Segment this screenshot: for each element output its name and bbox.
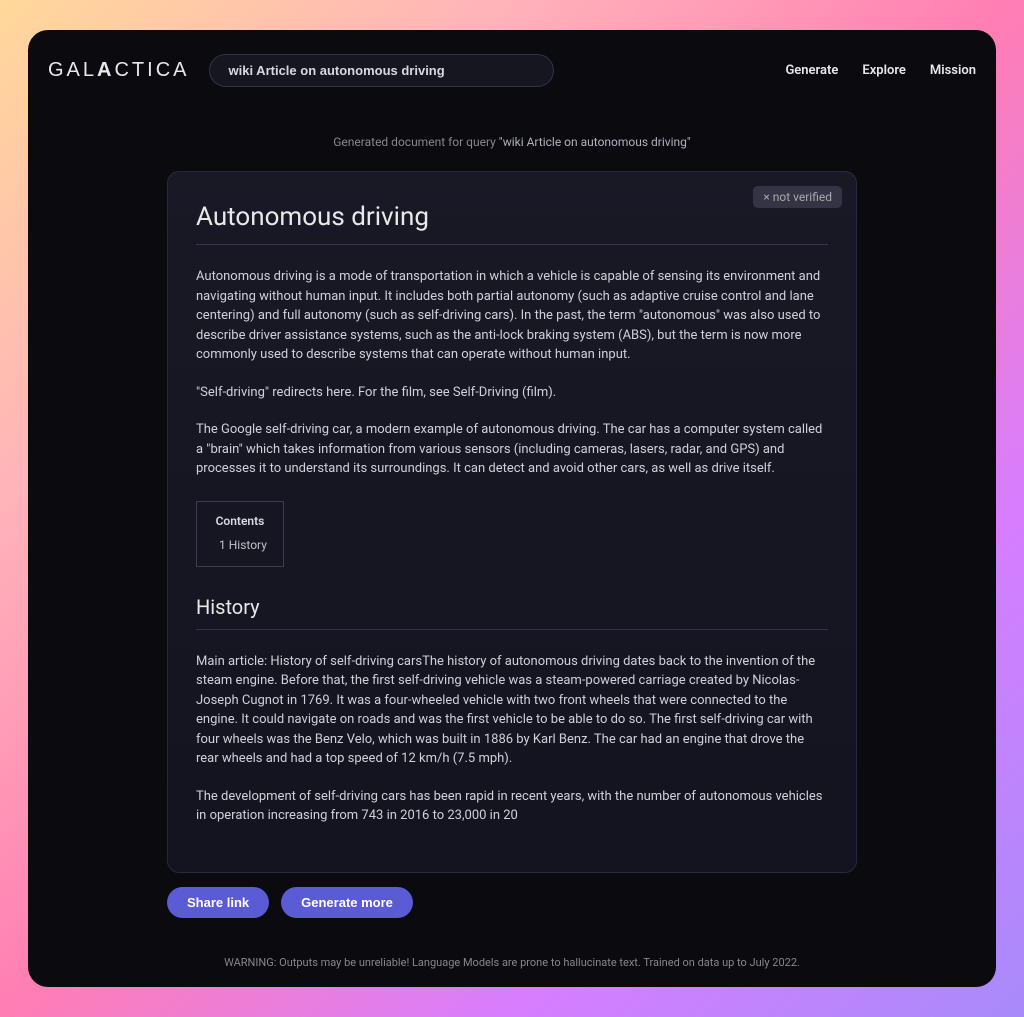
- query-text: "wiki Article on autonomous driving": [499, 135, 691, 149]
- not-verified-badge[interactable]: × not verified: [753, 186, 842, 208]
- article-paragraph: "Self-driving" redirects here. For the f…: [196, 383, 828, 403]
- header: GALACTICA Generate Explore Mission: [48, 54, 976, 99]
- query-prefix: Generated document for query: [333, 135, 499, 149]
- logo-text-suffix: CTICA: [114, 59, 189, 81]
- article-title: Autonomous driving: [196, 202, 828, 232]
- article-paragraph: The development of self-driving cars has…: [196, 787, 828, 826]
- warning-text: WARNING: Outputs may be unreliable! Lang…: [48, 956, 976, 969]
- article-paragraph: The Google self-driving car, a modern ex…: [196, 420, 828, 479]
- query-line: Generated document for query "wiki Artic…: [48, 135, 976, 149]
- section-title-history: History: [196, 595, 828, 619]
- section-divider: [196, 629, 828, 630]
- generated-document: × not verified Autonomous driving Autono…: [167, 171, 857, 873]
- article-paragraph: Autonomous driving is a mode of transpor…: [196, 267, 828, 365]
- search-input[interactable]: [209, 54, 554, 87]
- nav-explore[interactable]: Explore: [862, 63, 906, 78]
- nav-mission[interactable]: Mission: [930, 63, 976, 78]
- search-container: [209, 54, 554, 87]
- contents-box: Contents 1 History: [196, 501, 284, 567]
- nav-links: Generate Explore Mission: [785, 63, 976, 78]
- logo: GALACTICA: [48, 59, 189, 82]
- contents-item-history[interactable]: 1 History: [213, 538, 267, 552]
- generate-more-button[interactable]: Generate more: [281, 887, 413, 918]
- article-body: Autonomous driving is a mode of transpor…: [196, 267, 828, 826]
- share-link-button[interactable]: Share link: [167, 887, 269, 918]
- contents-title: Contents: [213, 514, 267, 528]
- article-paragraph: Main article: History of self-driving ca…: [196, 652, 828, 769]
- nav-generate[interactable]: Generate: [785, 63, 838, 78]
- app-window: GALACTICA Generate Explore Mission Gener…: [28, 30, 996, 987]
- title-divider: [196, 244, 828, 245]
- logo-text-bold: A: [97, 59, 114, 81]
- logo-text-prefix: GAL: [48, 59, 97, 81]
- action-buttons: Share link Generate more: [167, 887, 857, 918]
